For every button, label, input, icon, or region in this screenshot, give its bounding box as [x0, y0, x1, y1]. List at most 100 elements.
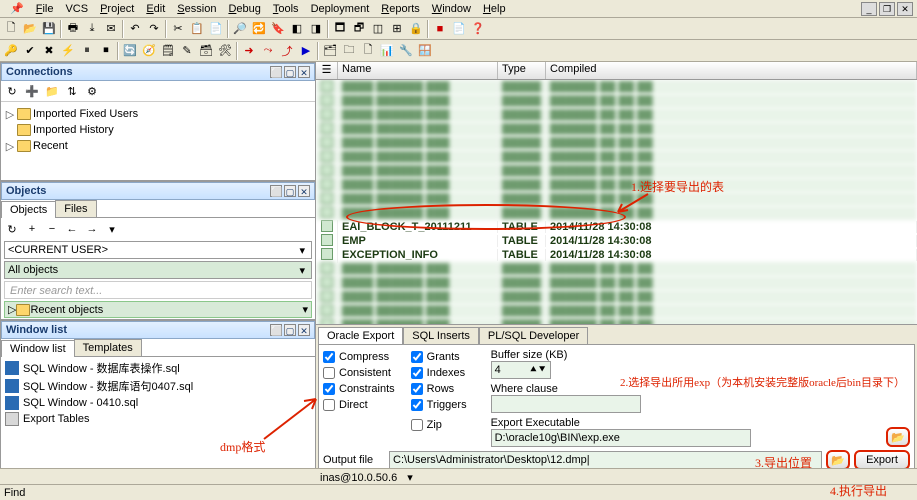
- conn-config-icon[interactable]: ⚙: [83, 82, 101, 100]
- tool2-stepover-icon[interactable]: ⤳: [259, 42, 277, 60]
- table-row[interactable]: ████ ██████ ██████████████ ██ ██ ██: [316, 80, 917, 94]
- chk-zip[interactable]: [411, 419, 423, 431]
- conn-refresh-icon[interactable]: ↻: [3, 82, 21, 100]
- conn-sort-icon[interactable]: ⇅: [63, 82, 81, 100]
- menu-edit[interactable]: Edit: [140, 3, 171, 15]
- tool2-exec-icon[interactable]: ⚡: [59, 42, 77, 60]
- table-row[interactable]: ████ ██████ ██████████████ ██ ██ ██: [316, 108, 917, 122]
- tool-bookmark-icon[interactable]: 🔖: [269, 20, 287, 38]
- chk-constraints[interactable]: [323, 383, 335, 395]
- hdr-col-compiled[interactable]: Compiled: [546, 62, 917, 79]
- filter-combo[interactable]: All objects▾: [4, 261, 312, 279]
- tab-sql-inserts[interactable]: SQL Inserts: [403, 327, 479, 344]
- chk-consistent[interactable]: [323, 367, 335, 379]
- tab-windowlist[interactable]: Window list: [1, 340, 75, 357]
- obj-refresh-icon[interactable]: ↻: [3, 220, 21, 238]
- obj-plus-icon[interactable]: +: [23, 220, 41, 238]
- tool2-stepin-icon[interactable]: ➜: [240, 42, 258, 60]
- where-input[interactable]: [491, 395, 641, 413]
- tool-lock-icon[interactable]: 🔒: [407, 20, 425, 38]
- pane-min-icon[interactable]: ▢: [284, 324, 296, 336]
- tool-gen2-icon[interactable]: ◨: [307, 20, 325, 38]
- menu-session[interactable]: Session: [171, 3, 222, 15]
- tool-grid-icon[interactable]: ⊞: [388, 20, 406, 38]
- tool-help-icon[interactable]: ❓: [469, 20, 487, 38]
- table-row[interactable]: EAI_BLOCK_T_20111211TABLE2014/11/28 14:3…: [316, 220, 917, 234]
- obj-back-icon[interactable]: ←: [63, 220, 81, 238]
- objects-search[interactable]: Enter search text...: [4, 281, 312, 299]
- tool2-refresh-icon[interactable]: 🔄: [121, 42, 139, 60]
- mdi-minimize-icon[interactable]: _: [861, 2, 877, 16]
- table-row[interactable]: ████ ██████ ██████████████ ██ ██ ██: [316, 122, 917, 136]
- tool-open-icon[interactable]: 📂: [21, 20, 39, 38]
- tool-redo-icon[interactable]: ↷: [145, 20, 163, 38]
- conn-folder-icon[interactable]: 📁: [43, 82, 61, 100]
- menu-window[interactable]: Window: [426, 3, 477, 15]
- menu-vcs[interactable]: VCS: [59, 3, 94, 15]
- grid-body[interactable]: ████ ██████ ██████████████ ██ ██ ██████ …: [316, 80, 917, 324]
- tool-maximize-icon[interactable]: 🗖: [331, 20, 349, 38]
- pane-close-icon[interactable]: ✕: [298, 324, 310, 336]
- chk-triggers[interactable]: [411, 399, 423, 411]
- tool2-misc1-icon[interactable]: 🗂: [321, 42, 339, 60]
- tree-item[interactable]: Imported History: [33, 124, 114, 136]
- table-row[interactable]: ████ ██████ ██████████████ ██ ██ ██: [316, 192, 917, 206]
- table-row[interactable]: ████ ██████ ██████████████ ██ ██ ██: [316, 206, 917, 220]
- table-row[interactable]: ████ ██████ ██████████████ ██ ██ ██: [316, 290, 917, 304]
- chk-indexes[interactable]: [411, 367, 423, 379]
- export-button[interactable]: Export: [854, 450, 910, 470]
- tool2-stepout-icon[interactable]: ⤴: [278, 42, 296, 60]
- tool2-commit-icon[interactable]: ✔: [21, 42, 39, 60]
- menu-file[interactable]: File: [30, 3, 60, 15]
- tool-undo-icon[interactable]: ↶: [126, 20, 144, 38]
- conn-add-icon[interactable]: ➕: [23, 82, 41, 100]
- tool-mail-icon[interactable]: ✉: [102, 20, 120, 38]
- tool-gen1-icon[interactable]: ◧: [288, 20, 306, 38]
- tool2-query-icon[interactable]: 🗒: [159, 42, 177, 60]
- mdi-close-icon[interactable]: ✕: [897, 2, 913, 16]
- hdr-col-icon[interactable]: ☰: [316, 62, 338, 79]
- hdr-col-type[interactable]: Type: [498, 62, 546, 79]
- tab-oracle-export[interactable]: Oracle Export: [318, 327, 403, 344]
- spin-icon[interactable]: ⯅⯆: [529, 364, 547, 377]
- tool2-table-icon[interactable]: 🗃: [197, 42, 215, 60]
- table-row[interactable]: ████ ██████ ██████████████ ██ ██ ██: [316, 304, 917, 318]
- pane-pin-icon[interactable]: ⬜: [270, 66, 282, 78]
- table-row[interactable]: ████ ██████ ██████████████ ██ ██ ██: [316, 262, 917, 276]
- tab-templates[interactable]: Templates: [74, 339, 142, 356]
- table-row[interactable]: ████ ██████ ██████████████ ██ ██ ██: [316, 136, 917, 150]
- tool-cut-icon[interactable]: ✂: [169, 20, 187, 38]
- tool-cascade-icon[interactable]: 🗗: [350, 20, 368, 38]
- tool-export-icon[interactable]: ⤓: [83, 20, 101, 38]
- menu-debug[interactable]: Debug: [222, 3, 266, 15]
- tool-new-icon[interactable]: 🗋: [2, 20, 20, 38]
- tool2-break-icon[interactable]: ⏸: [78, 42, 96, 60]
- tool-print-icon[interactable]: 🖶: [64, 20, 82, 38]
- tool-paste-icon[interactable]: 📄: [207, 20, 225, 38]
- buffer-input[interactable]: 4: [495, 364, 501, 376]
- menu-reports[interactable]: Reports: [375, 3, 426, 15]
- menu-deployment[interactable]: Deployment: [305, 3, 376, 15]
- tool-doc-icon[interactable]: 📄: [450, 20, 468, 38]
- exe-input[interactable]: D:\oracle10g\BIN\exp.exe: [491, 429, 751, 447]
- tab-objects[interactable]: Objects: [1, 201, 56, 218]
- winlist-item[interactable]: SQL Window - 数据库语句0407.sql: [23, 378, 193, 394]
- tab-plsql-dev[interactable]: PL/SQL Developer: [479, 327, 588, 344]
- table-row[interactable]: ████ ██████ ██████████████ ██ ██ ██: [316, 150, 917, 164]
- table-row[interactable]: ████ ██████ ██████████████ ██ ██ ██: [316, 318, 917, 324]
- chevron-down-icon[interactable]: ▾: [302, 303, 308, 316]
- tool2-explain-icon[interactable]: 🧭: [140, 42, 158, 60]
- pin-icon[interactable]: 📌: [4, 2, 30, 15]
- chk-grants[interactable]: [411, 351, 423, 363]
- chk-compress[interactable]: [323, 351, 335, 363]
- tool2-misc5-icon[interactable]: 🔧: [397, 42, 415, 60]
- pane-close-icon[interactable]: ✕: [298, 66, 310, 78]
- obj-minus-icon[interactable]: −: [43, 220, 61, 238]
- obj-more-icon[interactable]: ▾: [103, 220, 121, 238]
- table-row[interactable]: EMPTABLE2014/11/28 14:30:08: [316, 234, 917, 248]
- winlist-item[interactable]: SQL Window - 0410.sql: [23, 397, 138, 409]
- table-row[interactable]: ████ ██████ ██████████████ ██ ██ ██: [316, 276, 917, 290]
- pane-min-icon[interactable]: ▢: [284, 185, 296, 197]
- tool-tile-icon[interactable]: ◫: [369, 20, 387, 38]
- tool2-misc6-icon[interactable]: 🪟: [416, 42, 434, 60]
